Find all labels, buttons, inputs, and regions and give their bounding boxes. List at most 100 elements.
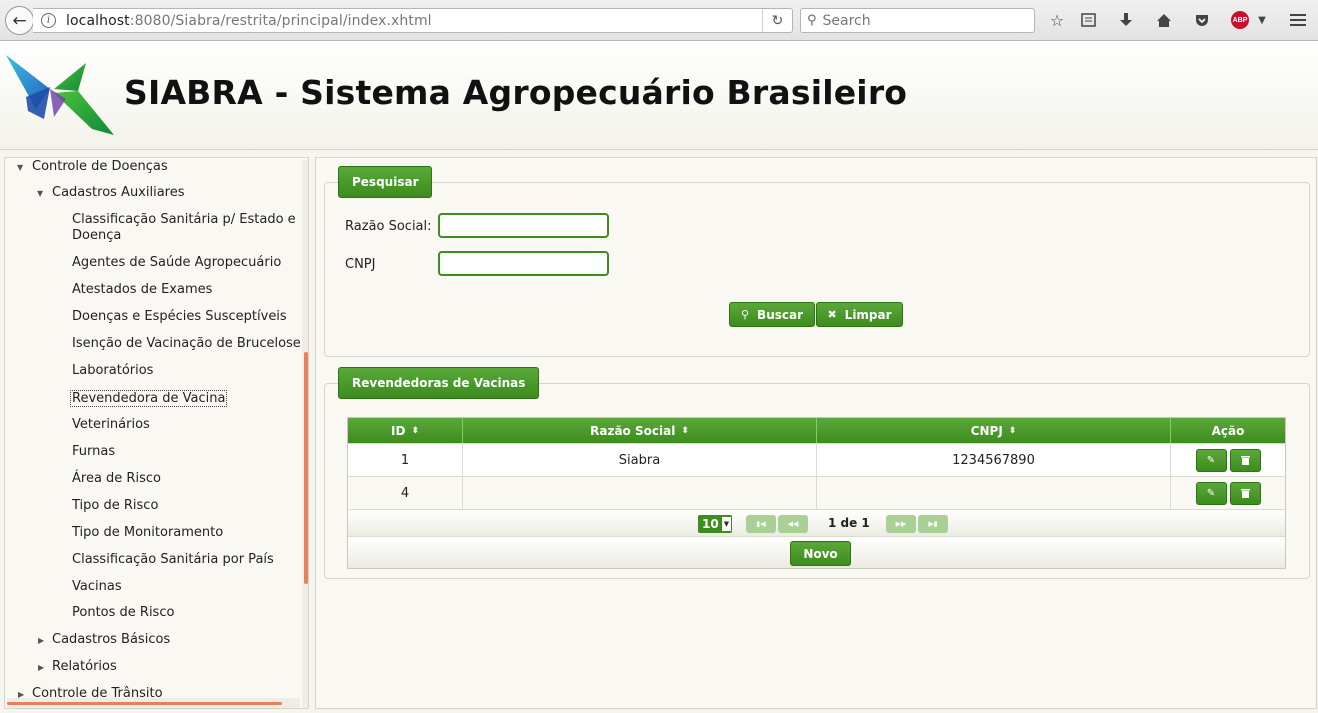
cell-razao-social	[463, 477, 817, 509]
sidebar-item-agentes-saude[interactable]: Agentes de Saúde Agropecuário	[72, 255, 281, 270]
cnpj-input[interactable]	[438, 251, 609, 276]
page-info: 1 de 1	[828, 516, 870, 530]
sort-icon: ⬍	[411, 425, 419, 436]
collapsed-triangle-icon[interactable]: ▶	[38, 636, 44, 645]
sort-icon: ⬍	[1008, 425, 1017, 436]
sidebar-item-vacinas[interactable]: Vacinas	[72, 579, 122, 594]
url-path: :8080/Siabra/restrita/principal/index.xh…	[129, 12, 432, 29]
sidebar-item-doencas-especies[interactable]: Doenças e Espécies Susceptíveis	[72, 309, 287, 324]
sidebar-item-revendedora-vacina[interactable]: Revendedora de Vacina	[70, 390, 228, 407]
info-icon[interactable]: i	[41, 13, 56, 28]
razao-social-label: Razão Social:	[345, 219, 432, 234]
table-header: ID ⬍ Razão Social ⬍ CNPJ ⬍ Ação	[348, 418, 1285, 443]
cell-id: 4	[348, 477, 463, 509]
razao-social-input[interactable]	[438, 213, 609, 238]
search-icon: ⚲	[740, 308, 750, 321]
column-label: ID	[391, 423, 406, 438]
rows-per-page-value: 10	[702, 517, 719, 531]
chevron-down-icon[interactable]: ▼	[1256, 10, 1268, 30]
cell-cnpj	[817, 477, 1171, 509]
dropdown-arrow-icon: ▼	[722, 517, 731, 531]
table-row[interactable]: 4 ✎	[348, 476, 1285, 509]
cell-razao-social: Siabra	[463, 444, 817, 476]
download-icon[interactable]	[1116, 10, 1136, 30]
edit-pencil-icon[interactable]: ✎	[1195, 481, 1227, 505]
limpar-button[interactable]: ✖ Limpar	[816, 302, 903, 327]
sidebar-horizontal-scrollbar[interactable]	[7, 698, 300, 708]
search-legend-toggle[interactable]: Pesquisar	[338, 166, 433, 198]
search-placeholder: Search	[822, 12, 871, 29]
url-host: localhost	[66, 12, 130, 29]
sidebar-item-area-risco[interactable]: Área de Risco	[72, 471, 161, 486]
first-page-icon[interactable]: ▮◀	[746, 515, 776, 533]
novo-button[interactable]: Novo	[790, 541, 851, 566]
browser-search-field[interactable]: ⚲ Search	[800, 8, 1035, 33]
last-page-icon[interactable]: ▶▮	[918, 515, 948, 533]
sidebar-item-classificacao-estado-cont[interactable]: Doença	[72, 228, 121, 243]
sidebar-item-pontos-risco[interactable]: Pontos de Risco	[72, 605, 174, 620]
cnpj-label: CNPJ	[345, 257, 376, 272]
sidebar-item-controle-doencas[interactable]: Controle de Doenças	[32, 159, 168, 174]
sidebar-item-relatorios[interactable]: Relatórios	[52, 659, 117, 674]
url-text[interactable]: localhost:8080/Siabra/restrita/principal…	[66, 13, 432, 29]
horizontal-scroll-thumb[interactable]	[7, 702, 282, 705]
column-header-id[interactable]: ID ⬍	[348, 418, 463, 443]
column-label: Razão Social	[590, 423, 676, 438]
sidebar-item-veterinarios[interactable]: Veterinários	[72, 417, 150, 432]
edit-pencil-icon[interactable]: ✎	[1195, 448, 1227, 472]
column-header-razao-social[interactable]: Razão Social ⬍	[463, 418, 817, 443]
sidebar-item-cadastros-basicos[interactable]: Cadastros Básicos	[52, 632, 170, 647]
reload-icon[interactable]: ↻	[762, 9, 792, 32]
siabra-logo	[6, 47, 118, 141]
rows-per-page-select[interactable]: 10 ▼	[698, 515, 732, 533]
sidebar-item-classificacao-estado[interactable]: Classificação Sanitária p/ Estado e	[72, 212, 296, 227]
buscar-button[interactable]: ⚲ Buscar	[729, 302, 815, 327]
collapsed-triangle-icon[interactable]: ▶	[38, 663, 44, 672]
expanded-triangle-icon[interactable]: ▼	[37, 189, 43, 198]
sidebar-vertical-scrollbar[interactable]	[302, 160, 308, 708]
sidebar-item-tipo-monitoramento[interactable]: Tipo de Monitoramento	[72, 525, 223, 540]
table-row[interactable]: 1 Siabra 1234567890 ✎	[348, 443, 1285, 476]
sidebar-item-classificacao-pais[interactable]: Classificação Sanitária por País	[72, 552, 274, 567]
sort-icon: ⬍	[681, 425, 689, 436]
pocket-icon[interactable]	[1192, 10, 1212, 30]
back-arrow-icon[interactable]: ←	[5, 6, 34, 35]
cell-cnpj: 1234567890	[817, 444, 1171, 476]
sidebar-item-furnas[interactable]: Furnas	[72, 444, 115, 459]
expanded-triangle-icon[interactable]: ▼	[17, 163, 23, 172]
delete-trash-icon[interactable]	[1229, 448, 1261, 472]
sidebar-item-tipo-risco[interactable]: Tipo de Risco	[72, 498, 158, 513]
table-footer: Novo	[348, 536, 1285, 568]
column-header-cnpj[interactable]: CNPJ ⬍	[817, 418, 1171, 443]
sidebar-item-atestados-exames[interactable]: Atestados de Exames	[72, 282, 212, 297]
sidebar-item-isencao-brucelose[interactable]: Isenção de Vacinação de Brucelose	[72, 336, 301, 351]
hamburger-menu-icon[interactable]	[1290, 10, 1306, 30]
delete-trash-icon[interactable]	[1229, 481, 1261, 505]
sidebar-item-laboratorios[interactable]: Laboratórios	[72, 363, 153, 378]
close-icon: ✖	[827, 308, 837, 321]
column-header-acao: Ação	[1171, 418, 1285, 443]
url-bar[interactable]: i localhost:8080/Siabra/restrita/princip…	[33, 8, 793, 33]
limpar-label: Limpar	[844, 307, 892, 322]
cell-actions: ✎	[1171, 444, 1285, 476]
table-paginator: 10 ▼ ▮◀ ◀◀ 1 de 1 ▶▶ ▶▮	[348, 509, 1285, 536]
cell-actions: ✎	[1171, 477, 1285, 509]
adblock-icon[interactable]: ABP	[1230, 10, 1250, 30]
column-label: CNPJ	[970, 423, 1003, 438]
next-page-icon[interactable]: ▶▶	[886, 515, 916, 533]
column-label: Ação	[1211, 423, 1245, 438]
cell-id: 1	[348, 444, 463, 476]
reading-list-icon[interactable]	[1078, 10, 1098, 30]
revendedoras-table: ID ⬍ Razão Social ⬍ CNPJ ⬍ Ação 1 Siabra…	[347, 417, 1286, 569]
previous-page-icon[interactable]: ◀◀	[778, 515, 808, 533]
vertical-scroll-thumb[interactable]	[304, 352, 308, 584]
browser-toolbar: ← i localhost:8080/Siabra/restrita/princ…	[0, 0, 1318, 41]
search-icon: ⚲	[807, 13, 817, 28]
sidebar-item-cadastros-auxiliares[interactable]: Cadastros Auxiliares	[52, 185, 185, 200]
sidebar-menu-tree: ▼ Controle de Doenças ▼ Cadastros Auxili…	[4, 157, 309, 709]
main-content: Pesquisar Razão Social: CNPJ ⚲ Buscar ✖ …	[315, 157, 1317, 709]
results-legend-toggle[interactable]: Revendedoras de Vacinas	[338, 367, 540, 399]
buscar-label: Buscar	[757, 307, 804, 322]
home-icon[interactable]	[1154, 10, 1174, 30]
bookmark-star-icon[interactable]: ☆	[1047, 10, 1067, 30]
